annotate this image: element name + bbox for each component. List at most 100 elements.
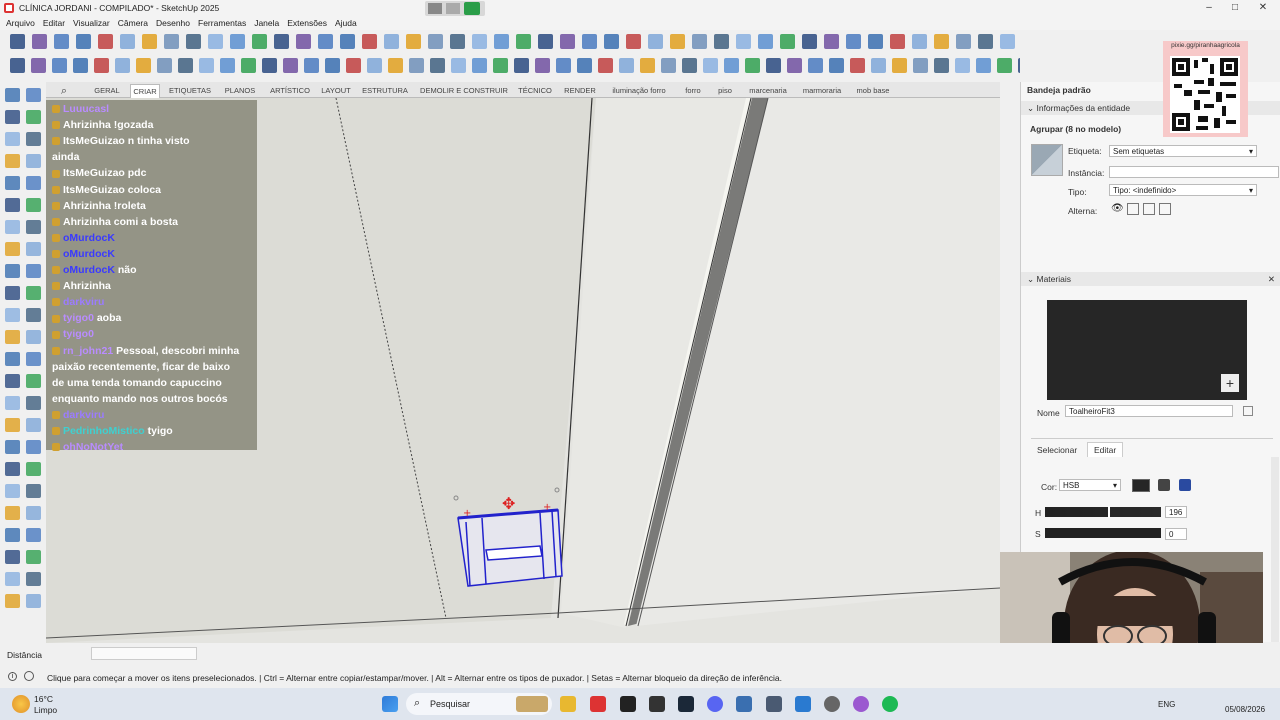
shadow-receive-icon[interactable] bbox=[1159, 203, 1171, 215]
toolbar-tool-icon[interactable] bbox=[262, 58, 277, 73]
toolbar-tool-icon[interactable] bbox=[808, 58, 823, 73]
drawing-tool-icon[interactable] bbox=[26, 88, 41, 102]
info-icon[interactable]: i bbox=[8, 672, 17, 681]
toolbar-tool-icon[interactable] bbox=[787, 58, 802, 73]
tab-render[interactable]: RENDER bbox=[562, 84, 598, 98]
drawing-tool-icon[interactable] bbox=[5, 198, 20, 212]
drawing-tool-icon[interactable] bbox=[5, 550, 20, 564]
toolbar-tool-icon[interactable] bbox=[934, 58, 949, 73]
toolbar-tool-icon[interactable] bbox=[890, 34, 905, 49]
drawing-tool-icon[interactable] bbox=[26, 286, 41, 300]
grid-icon[interactable] bbox=[428, 3, 442, 14]
document-icon[interactable] bbox=[795, 696, 811, 712]
toolbar-tool-icon[interactable] bbox=[362, 34, 377, 49]
toolbar-tool-icon[interactable] bbox=[868, 34, 883, 49]
tab-editar[interactable]: Editar bbox=[1087, 442, 1124, 457]
sketchup-task-icon[interactable] bbox=[736, 696, 752, 712]
drawing-tool-icon[interactable] bbox=[5, 440, 20, 454]
toolbar-tool-icon[interactable] bbox=[367, 58, 382, 73]
tab-marcenaria[interactable]: marcenaria bbox=[746, 84, 790, 98]
drawing-tool-icon[interactable] bbox=[5, 154, 20, 168]
s-value-input[interactable]: 0 bbox=[1165, 528, 1187, 540]
instancia-input[interactable] bbox=[1109, 166, 1279, 178]
menu-arquivo[interactable]: Arquivo bbox=[6, 18, 35, 28]
sample-paint-icon[interactable] bbox=[1179, 479, 1191, 491]
toolbar-tool-icon[interactable] bbox=[736, 34, 751, 49]
toolbar-tool-icon[interactable] bbox=[115, 58, 130, 73]
eye-icon[interactable]: 👁 bbox=[1111, 203, 1124, 215]
h-slider[interactable] bbox=[1045, 506, 1161, 518]
drawing-tool-icon[interactable] bbox=[5, 110, 20, 124]
shadow-cast-icon[interactable] bbox=[1143, 203, 1155, 215]
tab-geral[interactable]: GERAL bbox=[92, 84, 122, 98]
toolbar-tool-icon[interactable] bbox=[745, 58, 760, 73]
copy-material-icon[interactable] bbox=[1243, 406, 1253, 416]
twitch-icon[interactable] bbox=[853, 696, 869, 712]
drawing-tool-icon[interactable] bbox=[5, 88, 20, 102]
toolbar-tool-icon[interactable] bbox=[535, 58, 550, 73]
toolbar-tool-icon[interactable] bbox=[493, 58, 508, 73]
toolbar-tool-icon[interactable] bbox=[52, 58, 67, 73]
tab-search-icon[interactable]: ⌕ bbox=[56, 84, 72, 98]
drawing-tool-icon[interactable] bbox=[26, 154, 41, 168]
toolbar-tool-icon[interactable] bbox=[802, 34, 817, 49]
material-name-input[interactable]: ToalheiroFit3 bbox=[1065, 405, 1233, 417]
drawing-tool-icon[interactable] bbox=[26, 572, 41, 586]
tab-criar[interactable]: CRIAR bbox=[130, 84, 160, 98]
tab-piso[interactable]: piso bbox=[712, 84, 738, 98]
toolbar-tool-icon[interactable] bbox=[428, 34, 443, 49]
toolbar-tool-icon[interactable] bbox=[241, 58, 256, 73]
drawing-tool-icon[interactable] bbox=[5, 396, 20, 410]
toolbar-tool-icon[interactable] bbox=[283, 58, 298, 73]
toolbar-tool-icon[interactable] bbox=[230, 34, 245, 49]
toolbar-tool-icon[interactable] bbox=[978, 34, 993, 49]
toolbar-tool-icon[interactable] bbox=[976, 58, 991, 73]
drawing-tool-icon[interactable] bbox=[26, 330, 41, 344]
toolbar-tool-icon[interactable] bbox=[577, 58, 592, 73]
toolbar-tool-icon[interactable] bbox=[913, 58, 928, 73]
drawing-tool-icon[interactable] bbox=[26, 396, 41, 410]
menu-extensoes[interactable]: Extensões bbox=[287, 18, 327, 28]
drawing-tool-icon[interactable] bbox=[26, 374, 41, 388]
toolbar-tool-icon[interactable] bbox=[98, 34, 113, 49]
drawing-tool-icon[interactable] bbox=[26, 528, 41, 542]
toolbar-tool-icon[interactable] bbox=[514, 58, 529, 73]
toolbar-tool-icon[interactable] bbox=[824, 34, 839, 49]
drawing-tool-icon[interactable] bbox=[26, 418, 41, 432]
toolbar-tool-icon[interactable] bbox=[178, 58, 193, 73]
toolbar-tool-icon[interactable] bbox=[451, 58, 466, 73]
drawing-tool-icon[interactable] bbox=[26, 110, 41, 124]
toolbar-tool-icon[interactable] bbox=[619, 58, 634, 73]
spotify-icon[interactable] bbox=[882, 696, 898, 712]
drawing-tool-icon[interactable] bbox=[5, 484, 20, 498]
menu-ajuda[interactable]: Ajuda bbox=[335, 18, 357, 28]
toolbar-tool-icon[interactable] bbox=[871, 58, 886, 73]
steam-icon[interactable] bbox=[678, 696, 694, 712]
drawing-tool-icon[interactable] bbox=[26, 176, 41, 190]
toolbar-tool-icon[interactable] bbox=[846, 34, 861, 49]
toolbar-tool-icon[interactable] bbox=[472, 34, 487, 49]
drawing-tool-icon[interactable] bbox=[26, 484, 41, 498]
tab-selecionar[interactable]: Selecionar bbox=[1037, 445, 1077, 455]
tab-tecnico[interactable]: TÉCNICO bbox=[516, 84, 554, 98]
s-slider[interactable] bbox=[1045, 528, 1161, 538]
refresh-icon[interactable] bbox=[464, 2, 480, 15]
toolbar-tool-icon[interactable] bbox=[296, 34, 311, 49]
toolbar-tool-icon[interactable] bbox=[384, 34, 399, 49]
etiqueta-select[interactable]: Sem etiquetas ▾ bbox=[1109, 145, 1257, 157]
drawing-tool-icon[interactable] bbox=[5, 220, 20, 234]
toolbar-tool-icon[interactable] bbox=[450, 34, 465, 49]
toolbar-tool-icon[interactable] bbox=[54, 34, 69, 49]
toolbar-tool-icon[interactable] bbox=[340, 34, 355, 49]
drawing-tool-icon[interactable] bbox=[5, 132, 20, 146]
drawing-tool-icon[interactable] bbox=[26, 242, 41, 256]
toolbar-tool-icon[interactable] bbox=[703, 58, 718, 73]
toolbar-tool-icon[interactable] bbox=[1018, 58, 1020, 73]
toolbar-tool-icon[interactable] bbox=[325, 58, 340, 73]
toolbar-tool-icon[interactable] bbox=[10, 34, 25, 49]
toolbar-tool-icon[interactable] bbox=[120, 34, 135, 49]
tab-iluminacao-forro[interactable]: iluminação forro bbox=[608, 84, 670, 98]
toolbar-tool-icon[interactable] bbox=[10, 58, 25, 73]
drawing-tool-icon[interactable] bbox=[5, 594, 20, 608]
toolbar-tool-icon[interactable] bbox=[32, 34, 47, 49]
